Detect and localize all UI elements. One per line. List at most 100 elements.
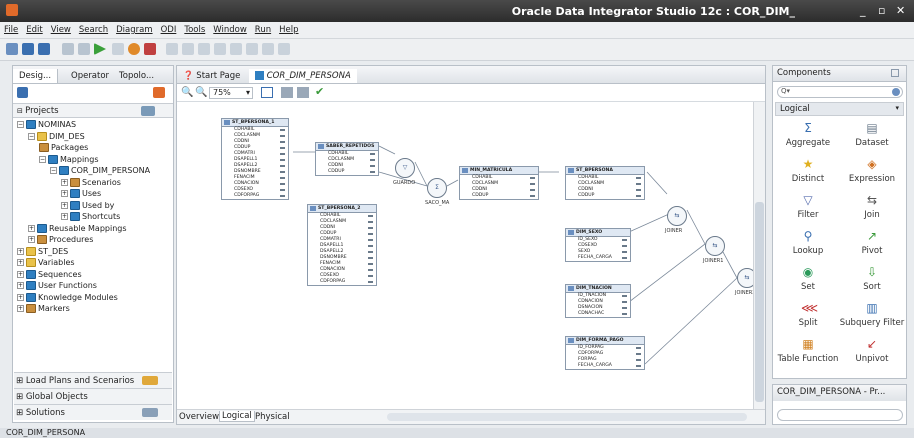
layout-icon[interactable] [281,87,293,98]
operator-guardo[interactable]: ▽ [395,158,415,178]
tree-item[interactable]: + ST_DES [17,246,68,256]
operator-joiner[interactable]: ⇆ [667,206,687,226]
tab-overview[interactable]: Overview [179,412,219,422]
pause-icon[interactable] [246,43,258,55]
component-join[interactable]: ⇆ Join [837,194,907,221]
attribute-row[interactable]: CDFORPAG [308,279,376,285]
expand-toggle-icon[interactable]: + [61,190,68,197]
save-icon[interactable] [22,43,34,55]
connect-icon[interactable] [17,87,28,98]
step-icon[interactable] [166,43,178,55]
expand-toggle-icon[interactable]: + [28,236,35,243]
grid-icon[interactable] [297,87,309,98]
tree-item[interactable]: + Sequences [17,269,82,279]
tab-topology[interactable]: Topolo... [113,69,160,83]
operator-saco[interactable]: Σ [427,178,447,198]
tab-cor-dim-persona[interactable]: COR_DIM_PERSONA [249,69,357,83]
tab-logical[interactable]: Logical [219,411,255,422]
datastore-nac[interactable]: DIM_TNACION ID_TNACION CDNACION DSNACION CDN… [565,284,631,318]
tree-item[interactable]: − Mappings [39,154,99,164]
expand-toggle-icon[interactable]: − [28,132,35,140]
component-set[interactable]: ◉ Set [773,266,843,293]
attribute-row[interactable]: FECHA_CARGA [566,255,630,261]
component-distinct[interactable]: ★ Distinct [773,158,843,185]
component-lookup[interactable]: ⚲ Lookup [773,230,843,257]
tree-item[interactable]: + Reusable Mappings [28,223,127,233]
validate-icon[interactable]: ✔ [315,85,324,98]
datastore-sexo[interactable]: DIM_SEXO ID_SEXO CDSEXO SEXO FECHA_CARGA [565,228,631,262]
new-object-icon[interactable] [153,87,165,98]
minimize-button[interactable]: _ [860,4,866,17]
datastore-min[interactable]: MIN_MATRICULA CDHABIL CDCLASNM CDDNI CDDUP [459,166,539,200]
tab-operator[interactable]: Operator [65,69,115,83]
menu-window[interactable]: Window [213,25,247,35]
minimize-icon[interactable] [891,69,899,77]
tree-item[interactable]: + Procedures [28,235,93,244]
datastore-st2[interactable]: ST_BPERSONA_2 CDHABIL CDCLASNM CDDNI CDDUP CD… [307,204,377,286]
attribute-row[interactable]: CDDUP [566,193,644,199]
attribute-row[interactable]: CDNACHAC [566,311,630,317]
component-search-input[interactable]: Q▾ [777,86,903,98]
attribute-row[interactable]: CDFORPAG [222,193,288,199]
component-pivot[interactable]: ↗ Pivot [837,230,907,257]
run-icon[interactable] [94,43,106,55]
fit-icon[interactable] [261,87,273,98]
debug-start-icon[interactable] [128,43,140,55]
attribute-row[interactable]: FECHA_CARGA [566,363,644,369]
stop-icon[interactable] [262,43,274,55]
datastore-saber[interactable]: SABER_REPETIDOS CDHABIL CDCLASNM CDDNI CDDUP [315,142,379,176]
menu-edit[interactable]: Edit [26,25,42,35]
expand-toggle-icon[interactable]: + [17,259,24,266]
component-subquery-filter[interactable]: ▥ Subquery Filter [837,302,907,329]
search-go-icon[interactable] [892,88,900,96]
expand-toggle-icon[interactable]: − [17,121,24,128]
expand-toggle-icon[interactable]: + [17,282,24,289]
tree-item[interactable]: − COR_DIM_PERSONA [50,166,150,175]
tree-item[interactable]: Packages [39,143,88,152]
tree-item[interactable]: + Scenarios [61,177,121,187]
component-split[interactable]: ⋘ Split [773,302,843,329]
tree-item[interactable]: − NOMINAS [17,120,76,129]
expand-toggle-icon[interactable]: + [61,178,68,186]
add-icon[interactable] [142,408,158,417]
tree-item[interactable]: + Shortcuts [61,212,120,221]
h-scrollbar[interactable] [387,413,747,421]
debug-stop-icon[interactable] [144,43,156,55]
expand-toggle-icon[interactable]: + [61,201,68,209]
save-all-icon[interactable] [38,43,50,55]
tree-item[interactable]: − DIM_DES [28,131,85,141]
expand-toggle-icon[interactable]: + [17,293,24,301]
tab-physical[interactable]: Physical [255,412,290,422]
expand-toggle-icon[interactable]: + [61,213,68,220]
step-over-icon[interactable] [198,43,210,55]
menu-diagram[interactable]: Diagram [116,25,153,35]
zoom-select[interactable]: 75% ▾ [209,87,253,99]
attribute-row[interactable]: CDDUP [316,169,378,175]
v-scrollbar[interactable] [753,102,765,409]
expand-toggle-icon[interactable]: + [28,224,35,232]
component-dataset[interactable]: ▤ Dataset [837,122,907,149]
projects-header[interactable]: ⊟ Projects [13,103,173,118]
redo-icon[interactable] [78,43,90,55]
tree-item[interactable]: + Markers [17,304,70,313]
datastore-st1[interactable]: ST_BPERSONA_1 CDHABIL CDCLASNM CDDNI CDDUP CD… [221,118,289,200]
close-button[interactable]: ✕ [896,4,905,17]
menu-view[interactable]: View [51,25,71,35]
undo-icon[interactable] [62,43,74,55]
menu-search[interactable]: Search [79,25,108,35]
component-sort[interactable]: ⇩ Sort [837,266,907,293]
properties-find-input[interactable] [777,409,903,421]
tab-start-page[interactable]: ❓ Start Page [177,69,246,83]
menu-tools[interactable]: Tools [184,25,205,35]
tree-item[interactable]: + Variables [17,258,75,267]
zoom-in-icon[interactable]: 🔍 [181,87,193,98]
datastore-stp[interactable]: ST_BPERSONA CDHABIL CDCLASNM CDDNI CDDUP [565,166,645,200]
expand-toggle-icon[interactable]: + [17,247,24,255]
accordion-load-plans[interactable]: ⊞ Load Plans and Scenarios [14,372,172,388]
component-expression[interactable]: ◈ Expression [837,158,907,185]
expand-toggle-icon[interactable]: − [39,155,46,163]
attribute-row[interactable]: CDDUP [460,193,538,199]
tree-item[interactable]: + Used by [61,200,114,210]
component-unpivot[interactable]: ↙ Unpivot [837,338,907,365]
accordion-global-objects[interactable]: ⊞ Global Objects [14,388,172,404]
